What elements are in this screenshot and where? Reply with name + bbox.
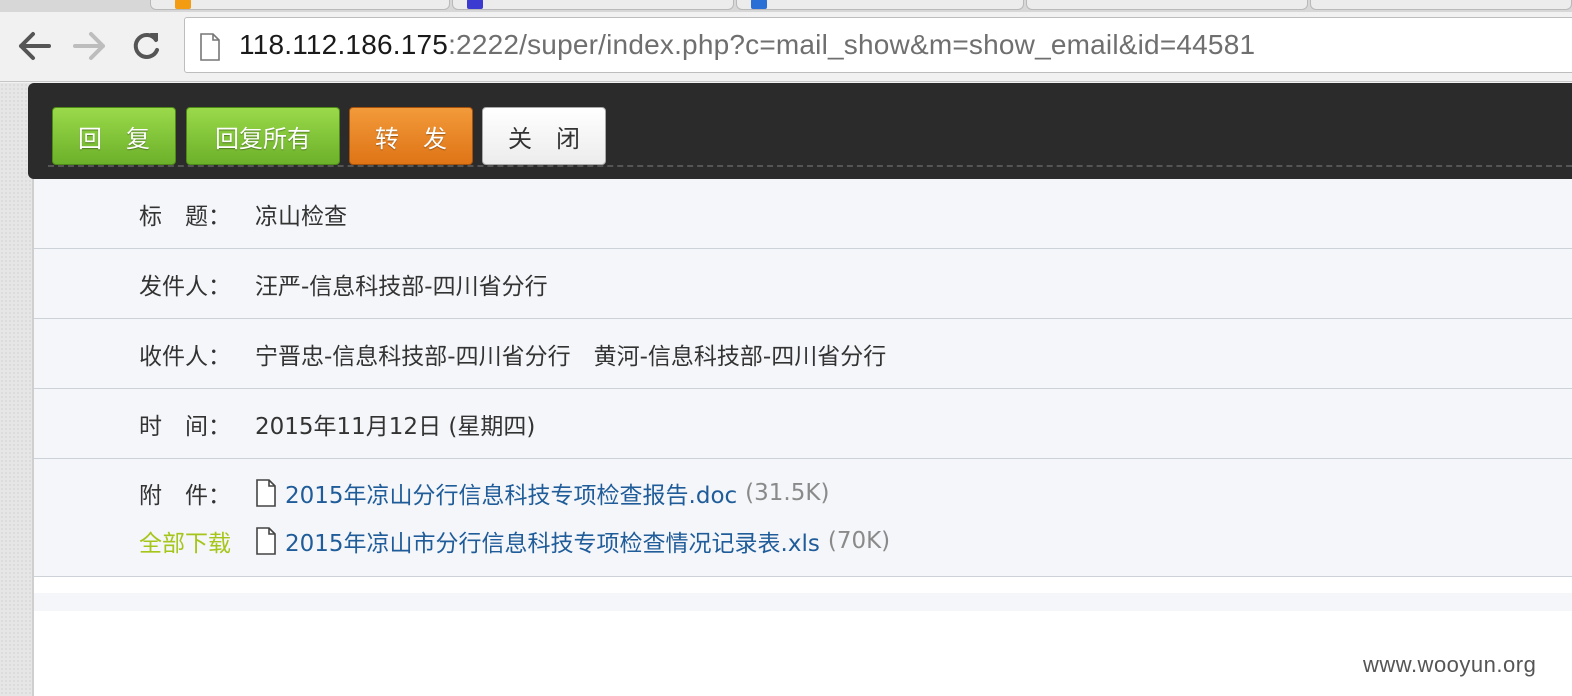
header-bottom-strip (34, 593, 1572, 611)
attachment-item[interactable]: 2015年凉山市分行信息科技专项检查情况记录表.xls (70K) (255, 524, 890, 558)
subject-value: 凉山检查 (255, 203, 347, 230)
forward-button[interactable] (72, 28, 108, 64)
recipients-row: 收件人： 宁晋忠-信息科技部-四川省分行 黄河-信息科技部-四川省分行 (34, 319, 1572, 389)
attachments-row: 附 件： 2015年凉山分行信息科技专项检查报告.doc (31.5K) 全部下… (34, 459, 1572, 577)
time-row: 时 间： 2015年11月12日 (星期四) (34, 389, 1572, 459)
back-button[interactable] (16, 28, 52, 64)
attachment-link[interactable]: 2015年凉山市分行信息科技专项检查情况记录表.xls (285, 524, 820, 558)
tab-favicon-icon (467, 0, 483, 9)
browser-tab[interactable] (736, 0, 1024, 10)
back-arrow-icon (19, 32, 51, 60)
attachments-label: 附 件： (139, 483, 231, 509)
sender-value: 汪严-信息科技部-四川省分行 (255, 273, 548, 300)
url-path: :2222/super/index.php?c=mail_show&m=show… (448, 29, 1256, 60)
recipients-value: 宁晋忠-信息科技部-四川省分行 黄河-信息科技部-四川省分行 (255, 343, 887, 370)
mail-header-info: 标 题： 凉山检查 发件人： 汪严-信息科技部-四川省分行 收件人： 宁晋忠-信… (34, 179, 1572, 577)
mail-action-bar: 回 复 回复所有 转 发 关 闭 (28, 83, 1572, 179)
reply-all-button[interactable]: 回复所有 (186, 107, 340, 165)
tab-strip (0, 0, 1572, 12)
sender-row: 发件人： 汪严-信息科技部-四川省分行 (34, 249, 1572, 319)
url-host: 118.112.186.175 (239, 29, 449, 60)
tab-favicon-icon (751, 0, 767, 9)
time-value: 2015年11月12日 (星期四) (255, 413, 536, 440)
subject-label: 标 题： (139, 203, 231, 230)
recipients-label: 收件人： (139, 343, 231, 370)
file-icon (256, 527, 276, 555)
reply-button[interactable]: 回 复 (52, 107, 176, 165)
file-icon (256, 479, 276, 507)
attachment-item[interactable]: 2015年凉山分行信息科技专项检查报告.doc (31.5K) (255, 476, 829, 510)
browser-tab[interactable] (1026, 0, 1308, 10)
attachment-line: 全部下载 2015年凉山市分行信息科技专项检查情况记录表.xls (70K) (34, 523, 1572, 559)
reload-button[interactable] (128, 28, 164, 64)
browser-tab[interactable] (452, 0, 734, 10)
watermark-text: www.wooyun.org (1363, 652, 1537, 677)
url-text: 118.112.186.175:2222/super/index.php?c=m… (239, 29, 1255, 61)
sender-label: 发件人： (139, 273, 231, 300)
browser-tab[interactable] (150, 0, 450, 10)
download-all-link[interactable]: 全部下载 (139, 524, 249, 558)
page-icon (200, 33, 220, 61)
attachment-link[interactable]: 2015年凉山分行信息科技专项检查报告.doc (285, 476, 737, 510)
forward-arrow-icon (73, 32, 105, 60)
attachment-size: (31.5K) (745, 480, 830, 506)
time-label: 时 间： (139, 413, 231, 440)
attachment-size: (70K) (827, 528, 891, 554)
web-page: 回 复 回复所有 转 发 关 闭 标 题： 凉山检查 发件人： 汪严-信息科技部… (0, 83, 1572, 696)
close-button[interactable]: 关 闭 (482, 107, 606, 165)
address-bar[interactable]: 118.112.186.175:2222/super/index.php?c=m… (184, 17, 1572, 73)
forward-button[interactable]: 转 发 (349, 107, 473, 165)
attachment-line: 附 件： 2015年凉山分行信息科技专项检查报告.doc (31.5K) (34, 475, 1572, 511)
browser-tab[interactable] (1310, 0, 1572, 10)
browser-toolbar: 118.112.186.175:2222/super/index.php?c=m… (0, 12, 1572, 82)
page-left-margin (0, 83, 32, 696)
tab-favicon-icon (175, 0, 191, 9)
subject-row: 标 题： 凉山检查 (34, 179, 1572, 249)
reload-icon (133, 32, 159, 59)
